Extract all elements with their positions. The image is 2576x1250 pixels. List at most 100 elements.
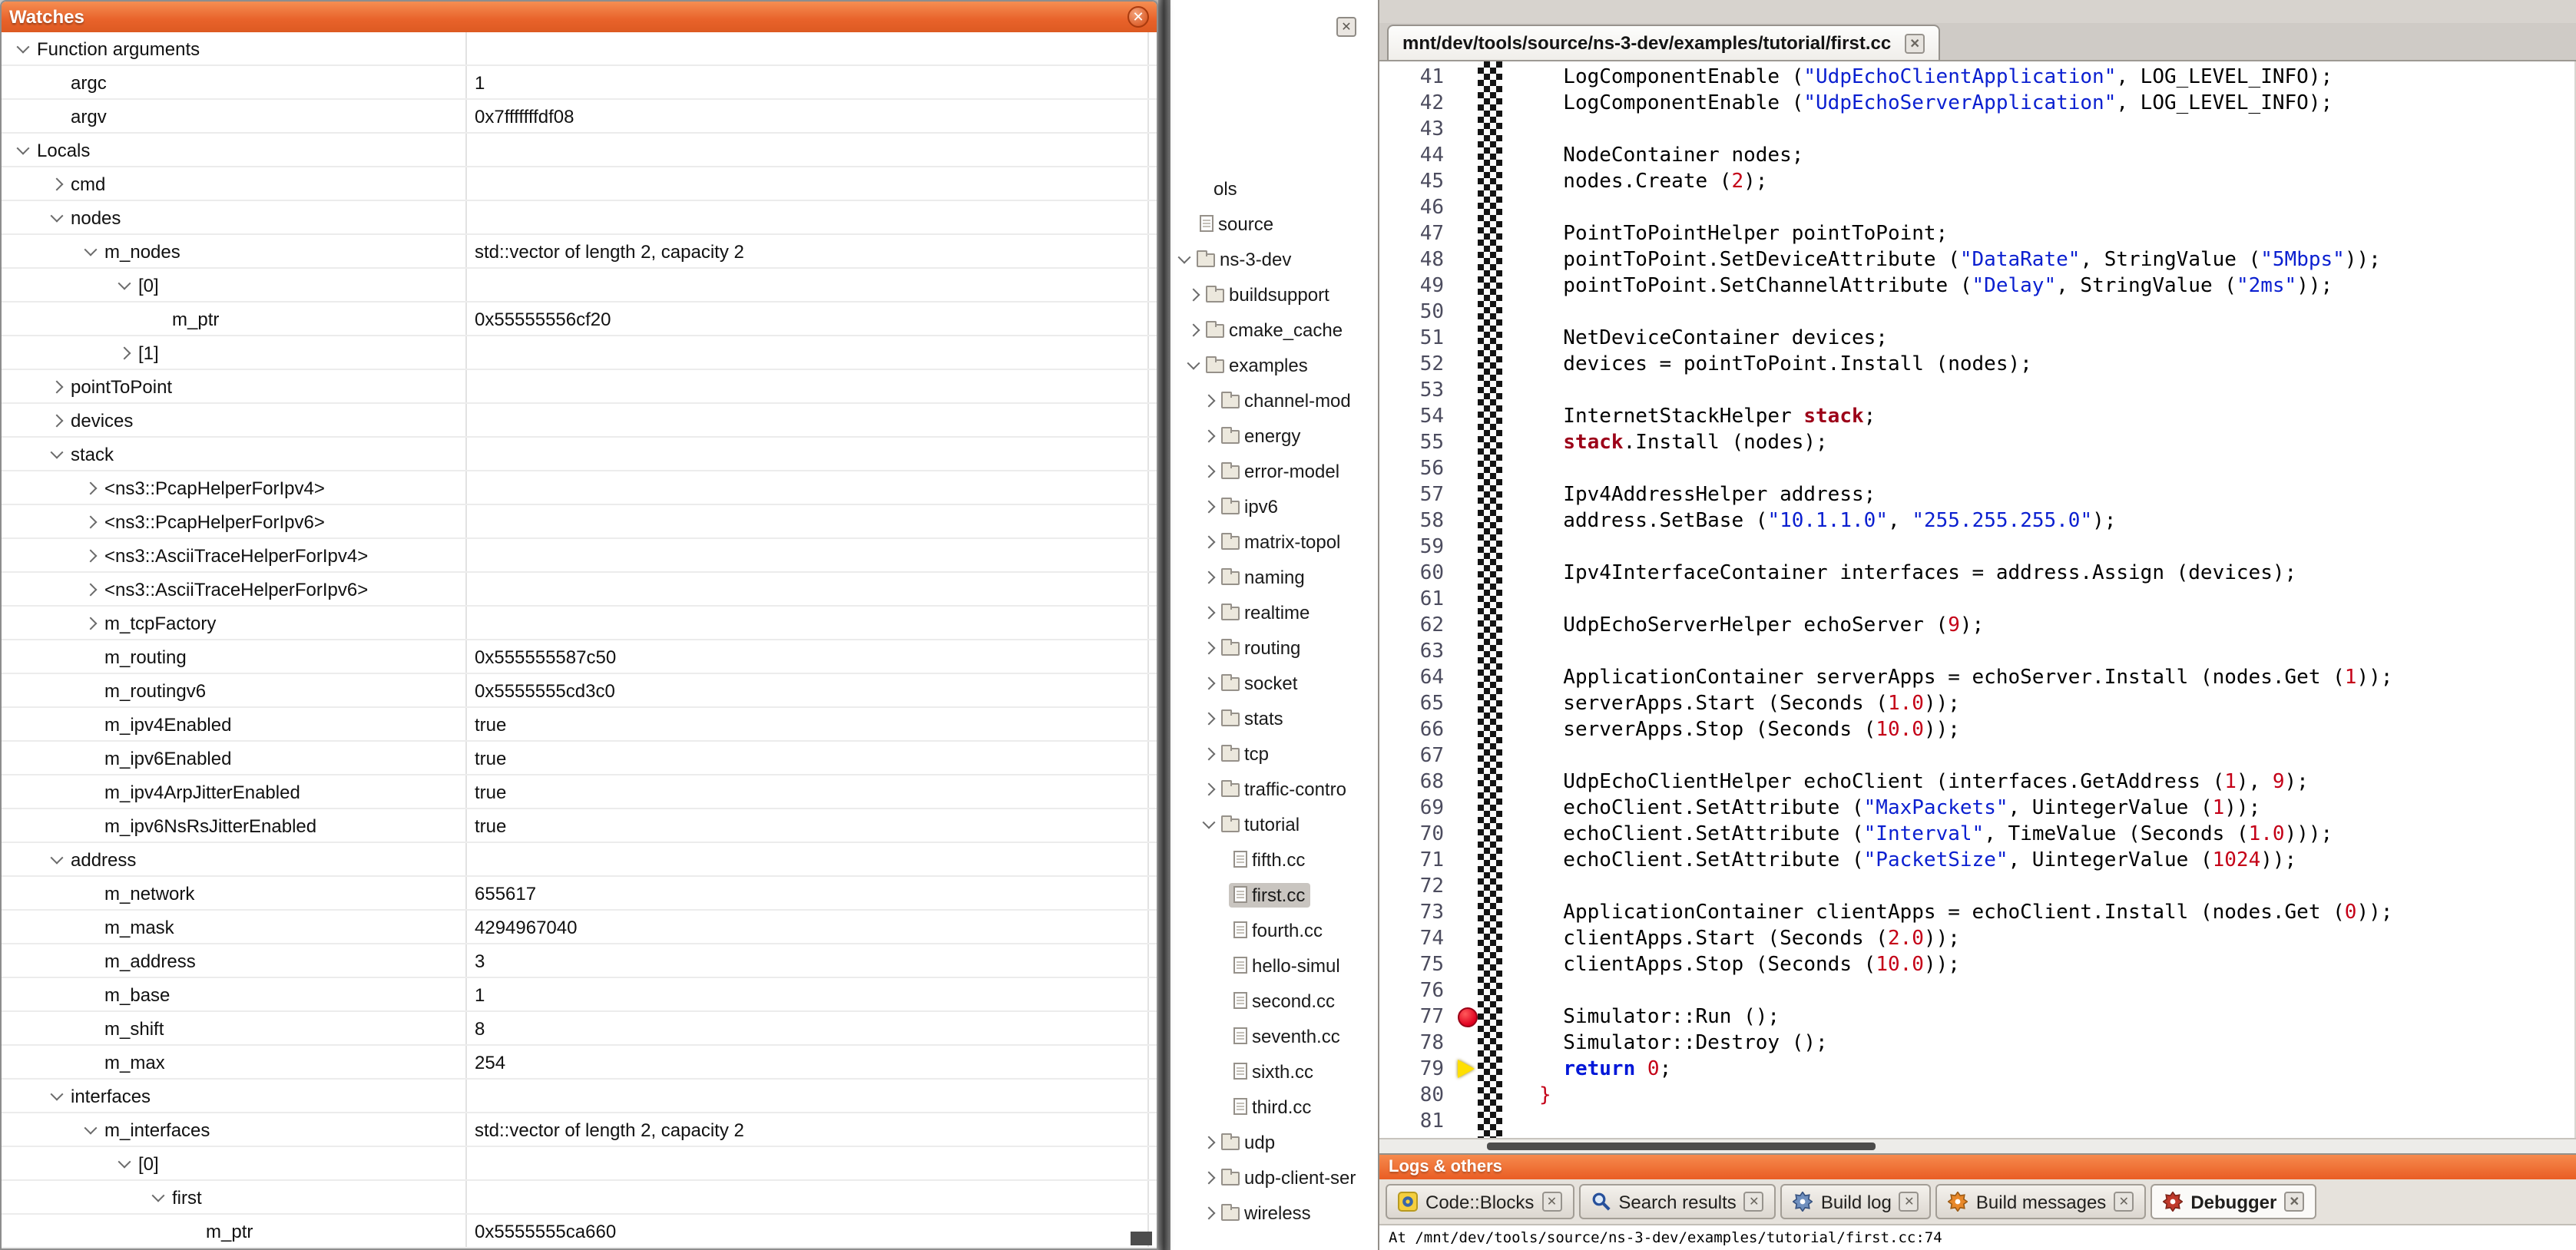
code-line[interactable]: 64 ApplicationContainer serverApps = ech… [1379, 665, 2574, 691]
watch-row[interactable]: first [2, 1181, 1157, 1215]
gutter[interactable] [1478, 926, 1502, 952]
line-number[interactable]: 45 [1379, 169, 1478, 195]
tree-item-routing[interactable]: routing [1170, 630, 1378, 665]
close-icon[interactable] [2284, 1192, 2304, 1212]
gutter[interactable] [1478, 378, 1502, 404]
code-line[interactable]: 71 echoClient.SetAttribute ("PacketSize"… [1379, 848, 2574, 874]
line-number[interactable]: 62 [1379, 613, 1478, 639]
code-line[interactable]: 46 [1379, 195, 2574, 221]
chevron-right-icon[interactable] [1200, 388, 1217, 412]
tree-item-realtime[interactable]: realtime [1170, 594, 1378, 630]
chevron-down-icon[interactable] [78, 1117, 103, 1142]
watch-row[interactable]: m_base1 [2, 978, 1157, 1012]
tree-item-examples[interactable]: examples [1170, 347, 1378, 382]
chevron-right-icon[interactable] [78, 475, 103, 500]
chevron-down-icon[interactable] [112, 273, 137, 297]
tree-item-naming[interactable]: naming [1170, 559, 1378, 594]
code-line[interactable]: 79 return 0; [1379, 1057, 2574, 1083]
chevron-down-icon[interactable] [146, 1185, 171, 1209]
logs-tab-build-messages[interactable]: Build messages [1936, 1184, 2146, 1219]
chevron-down-icon[interactable] [45, 205, 69, 230]
line-number[interactable]: 70 [1379, 822, 1478, 848]
watch-row[interactable]: address [2, 843, 1157, 877]
watch-row[interactable]: <ns3::AsciiTraceHelperForIpv6> [2, 573, 1157, 607]
code-line[interactable]: 43 [1379, 117, 2574, 143]
chevron-right-icon[interactable] [45, 408, 69, 432]
tree-item-seventh-cc[interactable]: seventh.cc [1170, 1018, 1378, 1053]
chevron-right-icon[interactable] [1200, 600, 1217, 624]
chevron-down-icon[interactable] [45, 1083, 69, 1108]
chevron-down-icon[interactable] [11, 137, 35, 162]
chevron-right-icon[interactable] [78, 543, 103, 567]
chevron-right-icon[interactable] [1184, 282, 1201, 306]
chevron-right-icon[interactable] [1200, 1129, 1217, 1154]
code-line[interactable]: 47 PointToPointHelper pointToPoint; [1379, 221, 2574, 247]
gutter[interactable] [1478, 822, 1502, 848]
chevron-down-icon[interactable] [1184, 352, 1201, 377]
close-icon[interactable] [1127, 6, 1149, 28]
watches-titlebar[interactable]: Watches [2, 2, 1157, 32]
watch-row[interactable]: m_interfacesstd::vector of length 2, cap… [2, 1113, 1157, 1147]
chevron-right-icon[interactable] [1200, 458, 1217, 483]
watch-row[interactable]: [0] [2, 1147, 1157, 1181]
code-line[interactable]: 59 [1379, 534, 2574, 561]
watch-row[interactable]: devices [2, 404, 1157, 438]
tree-item-udp[interactable]: udp [1170, 1124, 1378, 1159]
gutter[interactable] [1478, 91, 1502, 117]
line-number[interactable]: 47 [1379, 221, 1478, 247]
close-icon[interactable] [1336, 17, 1356, 37]
chevron-down-icon[interactable] [112, 1151, 137, 1176]
gutter[interactable] [1478, 795, 1502, 822]
chevron-right-icon[interactable] [1200, 529, 1217, 554]
chevron-down-icon[interactable] [78, 239, 103, 263]
line-number[interactable]: 49 [1379, 273, 1478, 299]
watch-row[interactable]: m_network655617 [2, 877, 1157, 911]
gutter[interactable] [1478, 613, 1502, 639]
watch-row[interactable]: m_ipv6NsRsJitterEnabledtrue [2, 809, 1157, 843]
tree-item-stats[interactable]: stats [1170, 700, 1378, 736]
gutter[interactable] [1478, 1030, 1502, 1057]
logs-header[interactable]: Logs & others [1379, 1155, 2576, 1179]
gutter[interactable] [1478, 352, 1502, 378]
watch-row[interactable]: m_max254 [2, 1046, 1157, 1080]
line-number[interactable]: 72 [1379, 874, 1478, 900]
tree-item-fourth-cc[interactable]: fourth.cc [1170, 912, 1378, 947]
code-line[interactable]: 54 InternetStackHelper stack; [1379, 404, 2574, 430]
line-number[interactable]: 65 [1379, 691, 1478, 717]
line-number[interactable]: 80 [1379, 1083, 1478, 1109]
gutter[interactable] [1478, 482, 1502, 508]
tree-item-third-cc[interactable]: third.cc [1170, 1089, 1378, 1124]
tree-item-sixth-cc[interactable]: sixth.cc [1170, 1053, 1378, 1089]
code-line[interactable]: 75 clientApps.Stop (Seconds (10.0)); [1379, 952, 2574, 978]
close-icon[interactable] [1744, 1192, 1764, 1212]
line-number[interactable]: 64 [1379, 665, 1478, 691]
gutter[interactable] [1478, 769, 1502, 795]
tree-item-socket[interactable]: socket [1170, 665, 1378, 700]
chevron-down-icon[interactable] [11, 36, 35, 61]
code-line[interactable]: 76 [1379, 978, 2574, 1004]
watch-row[interactable]: pointToPoint [2, 370, 1157, 404]
chevron-right-icon[interactable] [78, 577, 103, 601]
gutter[interactable] [1478, 587, 1502, 613]
gutter[interactable] [1478, 534, 1502, 561]
close-icon[interactable] [1541, 1192, 1561, 1212]
line-number[interactable]: 61 [1379, 587, 1478, 613]
watch-row[interactable]: argc1 [2, 66, 1157, 100]
tree-item-traffic-contro[interactable]: traffic-contro [1170, 771, 1378, 806]
gutter[interactable] [1478, 717, 1502, 743]
code-line[interactable]: 50 [1379, 299, 2574, 326]
chevron-right-icon[interactable] [1184, 317, 1201, 342]
code-editor[interactable]: 41 LogComponentEnable ("UdpEchoClientApp… [1379, 61, 2576, 1138]
gutter[interactable] [1478, 1057, 1502, 1083]
gutter[interactable] [1478, 874, 1502, 900]
code-line[interactable]: 78 Simulator::Destroy (); [1379, 1030, 2574, 1057]
tree-item-tcp[interactable]: tcp [1170, 736, 1378, 771]
code-line[interactable]: 68 UdpEchoClientHelper echoClient (inter… [1379, 769, 2574, 795]
logs-tab-code-blocks[interactable]: Code::Blocks [1386, 1184, 1574, 1219]
tree-item-first-cc[interactable]: first.cc [1170, 877, 1378, 912]
watch-row[interactable]: stack [2, 438, 1157, 471]
code-line[interactable]: 70 echoClient.SetAttribute ("Interval", … [1379, 822, 2574, 848]
line-number[interactable]: 48 [1379, 247, 1478, 273]
gutter[interactable] [1478, 1004, 1502, 1030]
code-line[interactable]: 60 Ipv4InterfaceContainer interfaces = a… [1379, 561, 2574, 587]
